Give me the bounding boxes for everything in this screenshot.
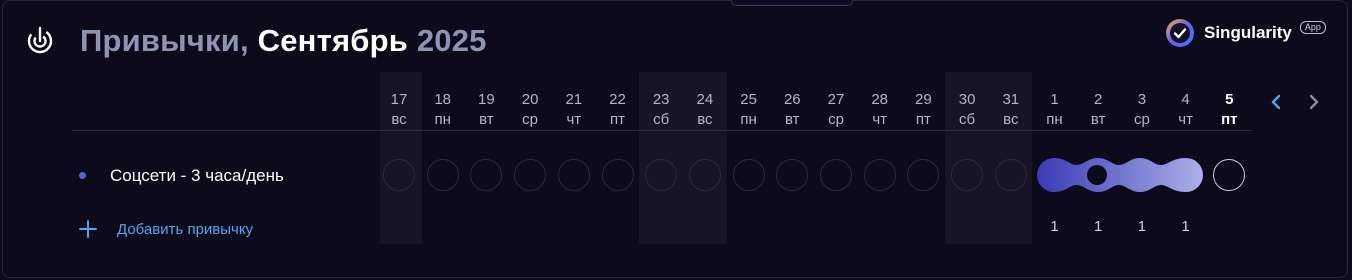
habit-name[interactable]: Соцсети - 3 часа/день — [110, 166, 284, 186]
habit-color-dot — [79, 172, 86, 179]
habit-day-cell[interactable] — [601, 159, 634, 191]
date-weekday: ср — [1133, 111, 1150, 128]
date-day: 30 — [958, 91, 976, 108]
date-weekday: вс — [391, 111, 407, 128]
brand-name: Singularity — [1204, 23, 1292, 42]
date-weekday: пн — [1046, 111, 1063, 128]
date-weekday: пт — [1221, 111, 1238, 128]
date-weekday: вт — [1090, 111, 1106, 128]
date-day: 29 — [915, 91, 932, 108]
add-habit-label: Добавить привычку — [117, 220, 254, 238]
date-column: 21 чт — [554, 90, 594, 130]
habit-day-cell[interactable] — [514, 159, 547, 191]
date-weekday: чт — [872, 111, 888, 128]
date-day: 25 — [740, 91, 757, 108]
date-column: 26 вт — [772, 90, 812, 130]
add-habit-button[interactable]: Добавить привычку — [78, 218, 253, 240]
date-weekday: ср — [522, 111, 539, 128]
habit-count: 1 — [1050, 218, 1059, 235]
header-divider — [72, 130, 1252, 131]
chevron-right-icon[interactable] — [1304, 92, 1324, 112]
date-column: 29 пт — [903, 90, 943, 130]
date-day: 21 — [565, 91, 583, 108]
date-day: 20 — [521, 91, 539, 108]
title-year: 2025 — [416, 23, 487, 58]
date-column: 23 сб — [641, 90, 681, 130]
date-weekday: вт — [785, 111, 800, 128]
date-column: 17 вс — [379, 90, 419, 130]
date-day: 5 — [1225, 91, 1234, 108]
date-column: 3 ср — [1122, 90, 1162, 130]
habit-day-cell[interactable] — [645, 159, 678, 191]
brand-link[interactable]: Singularity App — [1164, 17, 1326, 49]
habit-day-cell[interactable] — [383, 159, 415, 191]
app-badge: App — [1299, 20, 1326, 34]
date-weekday: сб — [653, 111, 670, 128]
date-day: 23 — [652, 91, 670, 108]
date-column: 5 пт — [1209, 90, 1249, 130]
date-weekday: чт — [566, 111, 582, 128]
date-weekday: ср — [828, 111, 844, 128]
drag-handle[interactable] — [731, 0, 853, 6]
date-column: 20 ср — [510, 90, 550, 130]
date-weekday: пн — [434, 111, 451, 128]
date-weekday: вс — [697, 111, 713, 128]
habit-day-cell[interactable] — [994, 159, 1027, 191]
date-column: 24 вс — [685, 90, 725, 130]
title-month: Сентябрь — [257, 23, 408, 58]
date-day: 27 — [827, 91, 845, 108]
date-column: 18 пн — [423, 90, 463, 130]
singularity-logo-icon — [1166, 19, 1194, 47]
habit-streak[interactable] — [1036, 157, 1204, 193]
habit-count: 1 — [1181, 218, 1190, 235]
habit-count: 1 — [1094, 218, 1103, 235]
date-column: 19 вт — [466, 90, 506, 130]
date-day: 2 — [1094, 91, 1103, 108]
habit-day-cell[interactable] — [863, 159, 896, 191]
date-weekday: пт — [610, 111, 625, 128]
date-day: 22 — [609, 91, 626, 108]
date-weekday: чт — [1178, 111, 1193, 128]
habit-day-cell[interactable] — [820, 159, 852, 191]
habit-target-icon — [24, 24, 56, 56]
date-column: 31 вс — [991, 90, 1031, 130]
date-column: 1 пн — [1035, 90, 1075, 130]
date-day: 26 — [783, 91, 801, 108]
date-day: 19 — [478, 91, 495, 108]
date-day: 24 — [696, 91, 714, 108]
date-column: 4 чт — [1166, 90, 1206, 130]
date-weekday: сб — [959, 111, 976, 128]
date-day: 31 — [1002, 91, 1020, 108]
title-prefix: Привычки, — [80, 23, 249, 58]
date-column: 25 пн — [729, 90, 769, 130]
date-column: 27 ср — [816, 90, 856, 130]
date-day: 28 — [871, 91, 889, 108]
date-weekday: пн — [740, 111, 757, 128]
habit-day-cell[interactable] — [951, 159, 984, 191]
chevron-left-icon[interactable] — [1266, 92, 1286, 112]
date-column: 2 вт — [1078, 90, 1118, 130]
habit-day-cell[interactable] — [688, 159, 721, 191]
habit-count: 1 — [1137, 218, 1147, 235]
page-title: Привычки, Сентябрь 2025 — [80, 23, 487, 59]
plus-icon — [79, 220, 97, 238]
date-column: 28 чт — [860, 90, 900, 130]
date-day: 3 — [1137, 91, 1147, 108]
date-weekday: вс — [1003, 111, 1019, 128]
date-weekday: вт — [479, 111, 494, 128]
habit-day-cell[interactable] — [732, 159, 765, 191]
date-day: 4 — [1181, 91, 1190, 108]
habits-widget: Привычки, Сентябрь 2025 Singularity App … — [0, 0, 1352, 280]
date-day: 1 — [1050, 91, 1059, 108]
date-column: 30 сб — [947, 90, 987, 130]
habit-day-cell[interactable] — [426, 159, 459, 191]
date-column: 22 пт — [598, 90, 638, 130]
date-day: 17 — [390, 91, 408, 108]
date-day: 18 — [434, 91, 452, 108]
date-weekday: пт — [915, 111, 931, 128]
habit-day-cell[interactable] — [557, 159, 590, 191]
